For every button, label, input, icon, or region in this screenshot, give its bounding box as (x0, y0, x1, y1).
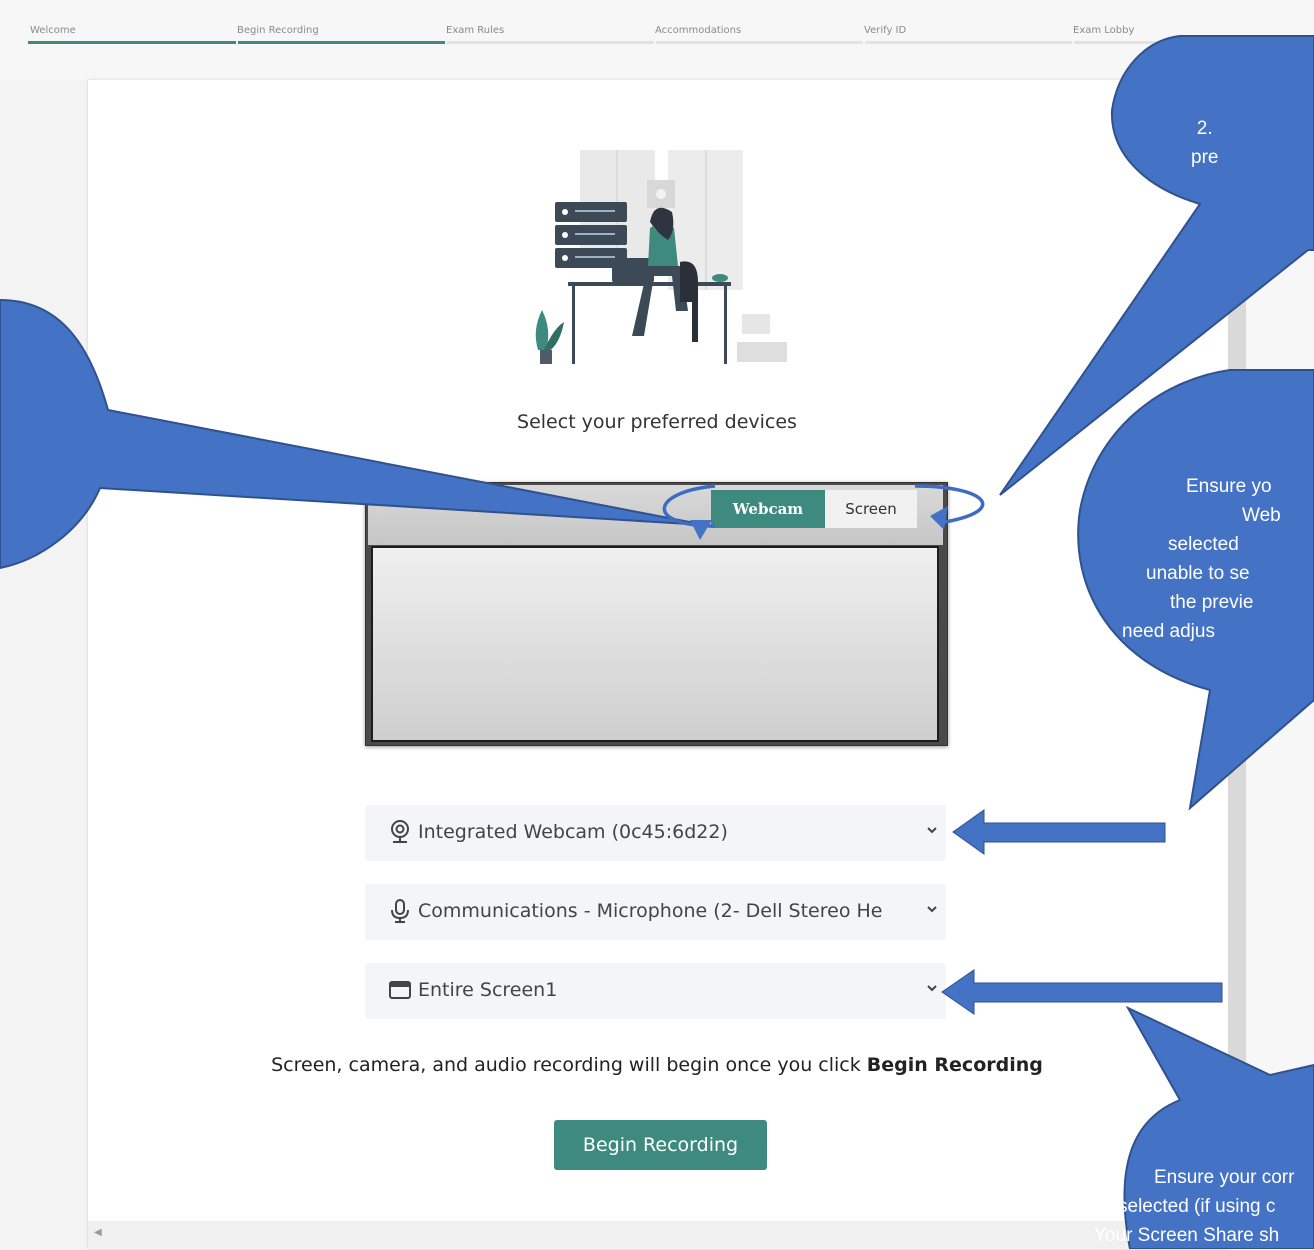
callout-line: unable to se (1146, 563, 1250, 584)
screen-toggle-button[interactable]: Screen (825, 490, 917, 528)
progress-count: 2/6 complet (1181, 51, 1253, 65)
middle-right-callout-text: Ensure yo Web selected unable to se the … (1122, 472, 1281, 646)
callout-line: selected (1168, 534, 1239, 555)
step-exam-lobby: Exam Lobby (1073, 25, 1135, 36)
begin-recording-button[interactable]: Begin Recording (554, 1120, 767, 1170)
callout-line: 2. (1196, 118, 1213, 139)
microphone-select-value: Communications - Microphone (2- Dell Ste… (418, 900, 883, 922)
step-bar-begin-recording (238, 41, 445, 44)
step-bar-exam-lobby (1074, 41, 1280, 44)
top-right-callout-text: 2. pre (1191, 114, 1218, 172)
chevron-down-icon (927, 985, 937, 992)
step-begin-recording: Begin Recording (237, 25, 319, 36)
progress-stepper: Welcome Begin Recording Exam Rules Accom… (0, 0, 1314, 80)
recording-notice-bold: Begin Recording (866, 1054, 1043, 1076)
step-verify-id: Verify ID (864, 25, 907, 36)
chevron-down-icon (927, 827, 937, 834)
screen-select-value: Entire Screen1 (418, 979, 558, 1001)
webcam-icon (391, 820, 409, 843)
step-bar-welcome (28, 41, 236, 44)
step-welcome: Welcome (30, 25, 76, 36)
callout-line: Web (1242, 505, 1281, 526)
chevron-down-icon (927, 906, 937, 913)
window-icon (389, 981, 411, 999)
page-heading: Select your preferred devices (517, 411, 797, 433)
step-bar-accommodations (656, 41, 863, 44)
recording-notice-text: Screen, camera, and audio recording will… (271, 1054, 867, 1076)
callout-line: pre (1191, 147, 1219, 168)
callout-line: need adjus (1122, 621, 1215, 642)
source-toggle: Webcam Screen (711, 490, 917, 528)
screen-select[interactable]: Entire Screen1 (365, 963, 946, 1019)
callout-line: the previe (1170, 592, 1254, 613)
step-accommodations: Accommodations (655, 25, 742, 36)
webcam-toggle-button[interactable]: Webcam (711, 490, 825, 528)
step-bar-exam-rules (447, 41, 654, 44)
callout-line: Your Screen Share sh (1094, 1225, 1280, 1246)
recording-notice: Screen, camera, and audio recording will… (0, 1054, 1314, 1076)
horizontal-scrollbar[interactable]: ◀ (88, 1221, 1228, 1249)
microphone-select[interactable]: Communications - Microphone (2- Dell Ste… (365, 884, 946, 940)
callout-line: Ensure your corr (1154, 1167, 1295, 1188)
step-bar-verify-id (865, 41, 1072, 44)
callout-line: Ensure yo (1186, 476, 1272, 497)
webcam-select-value: Integrated Webcam (0c45:6d22) (418, 821, 728, 843)
workspace-illustration (535, 150, 787, 364)
microphone-icon (391, 899, 409, 923)
webcam-select[interactable]: Integrated Webcam (0c45:6d22) (365, 805, 946, 861)
preview-placeholder (371, 546, 939, 742)
bottom-right-callout-text: Ensure your corr selected (if using c Yo… (1094, 1163, 1295, 1250)
callout-line: selected (if using c (1118, 1196, 1276, 1217)
scroll-left-icon[interactable]: ◀ (94, 1227, 102, 1238)
step-exam-rules: Exam Rules (446, 25, 505, 36)
